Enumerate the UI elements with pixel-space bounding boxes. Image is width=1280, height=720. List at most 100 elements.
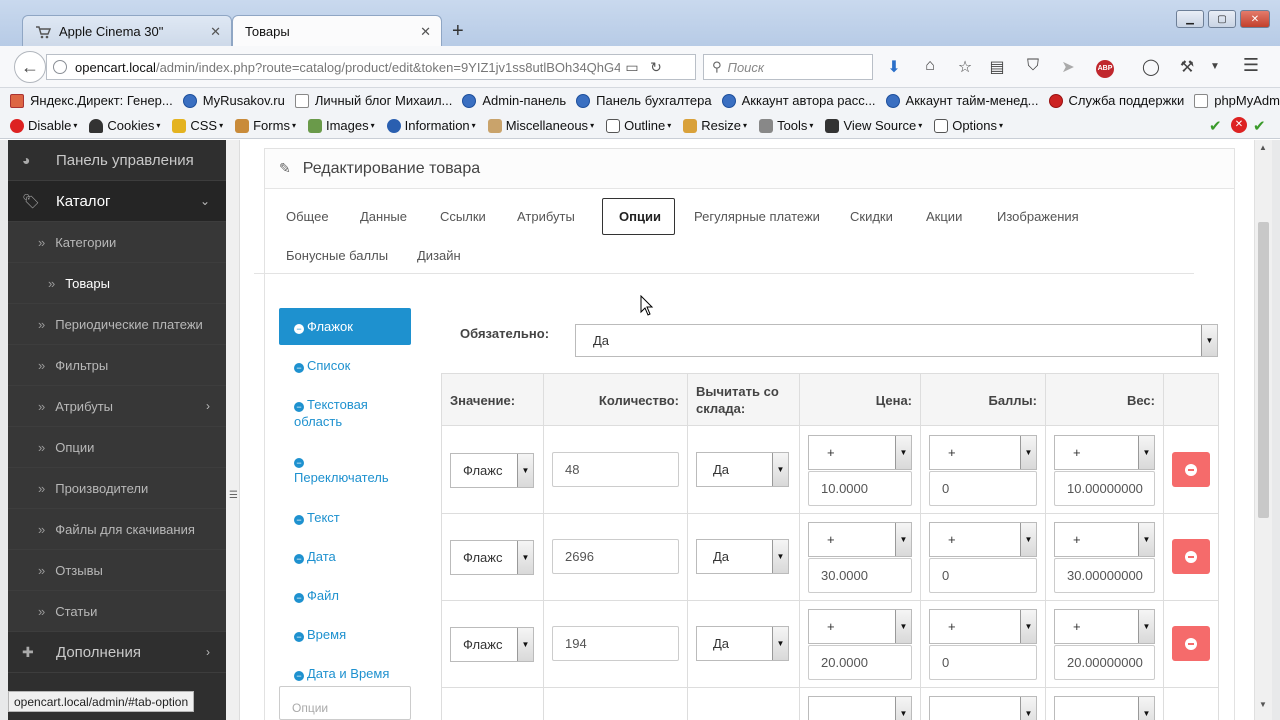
option-item-datetime[interactable]: − Дата и Время [279,665,411,682]
devbar-item[interactable]: Images ▾ [307,118,375,133]
adblock-icon[interactable]: ABP [1094,57,1116,78]
price-input[interactable]: 20.0000 [808,645,912,680]
remove-row-button[interactable] [1172,626,1210,661]
sidebar-item-manufacturers[interactable]: » Производители [8,468,226,509]
chat-icon[interactable]: ◯ [1140,57,1162,77]
required-select[interactable]: Да ▼ [575,324,1218,357]
option-search-input[interactable]: Опции [279,686,411,720]
remove-row-button[interactable] [1172,539,1210,574]
tab-images[interactable]: Изображения [981,198,1095,235]
bookmark-star-icon[interactable]: ☆ [954,57,976,77]
sidebar-item-attributes[interactable]: » Атрибуты › [8,386,226,427]
price-prefix-select[interactable]: ▼ [808,696,912,720]
bookmark-item[interactable]: Личный блог Михаил... [294,93,452,108]
tab-reward[interactable]: Бонусные баллы [270,237,404,274]
devbar-item[interactable]: Forms ▾ [235,118,296,133]
option-item-file[interactable]: − Файл [279,587,411,604]
chevron-down-icon[interactable]: ▼ [1204,61,1226,72]
minus-circle-icon[interactable]: − [294,554,304,564]
quantity-input[interactable]: 194 [552,626,679,661]
minus-circle-icon[interactable]: − [294,402,304,412]
bookmarks-list-icon[interactable]: ▤ [986,57,1008,77]
bookmark-item[interactable]: Яндекс.Директ: Генер... [10,93,173,108]
sidebar-item-articles[interactable]: » Статьи [8,591,226,632]
reader-icon[interactable]: ▭ [620,59,644,76]
points-input[interactable]: 0 [929,471,1037,506]
close-tab-icon[interactable]: ✕ [210,24,221,40]
panel-splitter[interactable]: ☰ [226,140,240,720]
remove-row-button[interactable] [1172,452,1210,487]
devtools-icon[interactable]: ⚒ [1176,57,1198,77]
price-prefix-select[interactable]: + ▼ [808,609,912,644]
send-icon[interactable]: ➤ [1057,57,1079,77]
menu-icon[interactable]: ☰ [1240,55,1262,76]
price-prefix-select[interactable]: + ▼ [808,522,912,557]
new-tab-button[interactable]: + [452,20,464,42]
devbar-item[interactable]: Options ▾ [934,118,1003,133]
weight-prefix-select[interactable]: + ▼ [1054,522,1155,557]
vertical-scrollbar[interactable]: ▲ ▼ [1254,140,1272,720]
points-prefix-select[interactable]: + ▼ [929,435,1037,470]
subtract-select[interactable]: Да ▼ [696,626,789,661]
tab-links[interactable]: Ссылки [424,198,502,235]
url-text[interactable]: opencart.local/admin/index.php?route=cat… [75,60,620,75]
tab-specials[interactable]: Акции [910,198,978,235]
close-window-button[interactable]: ✕ [1240,10,1270,28]
devbar-item[interactable]: Miscellaneous ▾ [487,118,594,133]
tab-data[interactable]: Данные [344,198,423,235]
tab-design[interactable]: Дизайн [401,237,477,274]
minus-circle-icon[interactable]: − [294,515,304,525]
home-icon[interactable]: ⌂ [919,57,941,75]
sidebar-item-recurring[interactable]: » Периодические платежи [8,304,226,345]
points-prefix-select[interactable]: + ▼ [929,609,1037,644]
minus-circle-icon[interactable]: − [294,324,304,334]
devbar-item[interactable]: Cookies ▾ [89,118,160,133]
option-item-date[interactable]: − Дата [279,548,411,565]
sidebar-item-products[interactable]: » Товары [8,263,226,304]
sidebar-item-reviews[interactable]: » Отзывы [8,550,226,591]
devbar-item[interactable]: CSS ▾ [172,118,223,133]
sidebar-item-extensions[interactable]: ✚ Дополнения › [8,632,226,673]
tab-attributes[interactable]: Атрибуты [501,198,591,235]
points-input[interactable]: 0 [929,558,1037,593]
browser-tab-2[interactable]: Товары ✕ [232,15,442,47]
url-bar[interactable]: opencart.local/admin/index.php?route=cat… [46,54,696,80]
devbar-item[interactable]: Tools ▾ [759,118,813,133]
bookmark-item[interactable]: Панель бухгалтера [576,93,712,108]
bookmark-item[interactable]: Служба поддержки [1048,93,1184,108]
minus-circle-icon[interactable]: − [294,632,304,642]
quantity-input[interactable]: 2696 [552,539,679,574]
weight-input[interactable]: 20.00000000 [1054,645,1155,680]
option-item-time[interactable]: − Время [279,626,411,643]
bookmark-item[interactable]: MyRusakov.ru [182,93,285,108]
option-item-select[interactable]: − Список [279,357,411,374]
subtract-select[interactable]: Да ▼ [696,452,789,487]
weight-prefix-select[interactable]: ▼ [1054,696,1155,720]
sidebar-item-categories[interactable]: » Категории [8,222,226,263]
weight-prefix-select[interactable]: + ▼ [1054,609,1155,644]
option-item-radio[interactable]: − Переключатель [279,452,411,486]
option-item-checkbox[interactable]: − Флажок [279,308,411,345]
weight-input[interactable]: 30.00000000 [1054,558,1155,593]
points-prefix-select[interactable]: ▼ [929,696,1037,720]
devbar-item[interactable]: View Source ▾ [825,118,922,133]
points-input[interactable]: 0 [929,645,1037,680]
close-tab-icon[interactable]: ✕ [420,24,431,40]
value-select[interactable]: Флажс ▼ [450,540,534,575]
search-input[interactable]: ⚲ Поиск [703,54,873,80]
minus-circle-icon[interactable]: − [294,671,304,681]
check-green-icon[interactable]: ✔ [1209,117,1222,135]
back-button[interactable]: ← [14,51,46,83]
option-item-textarea[interactable]: − Текстовая область [279,396,411,430]
points-prefix-select[interactable]: + ▼ [929,522,1037,557]
devbar-item[interactable]: Resize ▾ [683,118,747,133]
scrollbar-thumb[interactable] [1258,222,1269,518]
tab-options[interactable]: Опции [602,198,675,235]
check-green-icon[interactable]: ✔ [1253,117,1266,135]
bookmark-item[interactable]: phpMyAdmin [1194,93,1280,108]
tab-recurring[interactable]: Регулярные платежи [678,198,836,235]
devbar-item[interactable]: Disable ▾ [10,118,77,133]
tab-discounts[interactable]: Скидки [834,198,909,235]
scroll-up-icon[interactable]: ▲ [1259,143,1267,152]
value-select[interactable]: Флажс ▼ [450,453,534,488]
